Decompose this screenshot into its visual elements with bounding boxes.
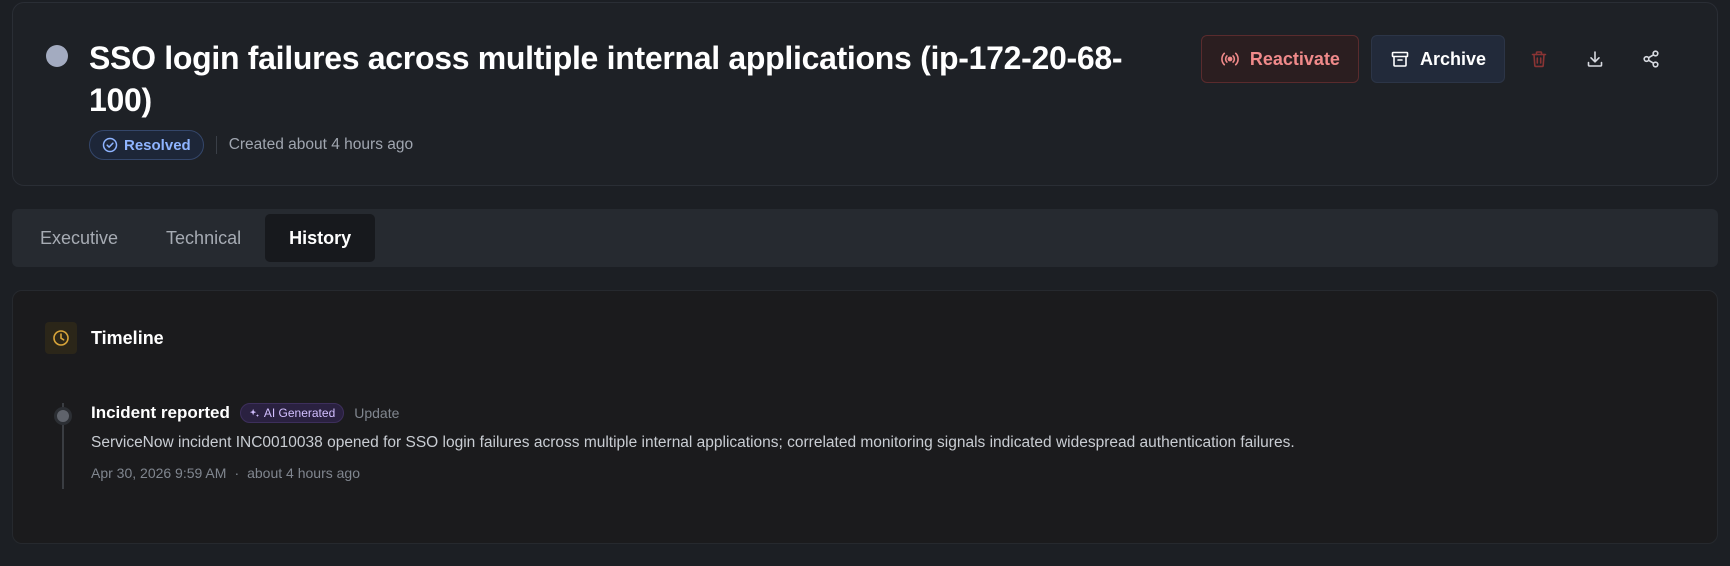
- clock-icon: [53, 330, 69, 346]
- timeline-panel: Timeline Incident reported AI Generated …: [12, 290, 1718, 544]
- incident-page: SSO login failures across multiple inter…: [0, 0, 1730, 566]
- share-button[interactable]: [1629, 35, 1673, 83]
- reactivate-label: Reactivate: [1249, 48, 1340, 69]
- entry-description: ServiceNow incident INC0010038 opened fo…: [91, 434, 1295, 451]
- entry-datetime: Apr 30, 2026 9:59 AM: [91, 465, 227, 481]
- tab-technical[interactable]: Technical: [142, 214, 265, 262]
- incident-title: SSO login failures across multiple inter…: [89, 40, 1123, 118]
- share-icon: [1643, 50, 1659, 68]
- status-badge-label: Resolved: [124, 136, 191, 154]
- sparkles-icon: [249, 408, 259, 417]
- check-circle-icon: [102, 137, 118, 153]
- created-time: Created about 4 hours ago: [228, 136, 414, 153]
- view-tabs: Executive Technical History: [12, 209, 1718, 267]
- status-badge: Resolved: [89, 130, 204, 160]
- archive-label: Archive: [1419, 48, 1486, 69]
- tab-executive[interactable]: Executive: [16, 214, 142, 262]
- broadcast-icon: [1221, 52, 1239, 66]
- header-actions: Reactivate Archive: [1200, 35, 1673, 83]
- reactivate-button[interactable]: Reactivate: [1200, 35, 1359, 83]
- entry-time-separator: ·: [234, 465, 240, 481]
- status-indicator-dot: [46, 45, 68, 67]
- download-icon: [1587, 51, 1603, 67]
- archive-button[interactable]: Archive: [1370, 35, 1505, 83]
- timeline-entry-header: Incident reported AI Generated Update: [91, 403, 399, 423]
- ai-badge-label: AI Generated: [263, 406, 336, 420]
- entry-relative-time: about 4 hours ago: [247, 465, 360, 481]
- entry-title: Incident reported: [91, 403, 230, 422]
- incident-meta: Resolved Created about 4 hours ago: [89, 130, 413, 160]
- timeline-marker: [54, 407, 72, 425]
- incident-header: SSO login failures across multiple inter…: [12, 2, 1718, 186]
- timeline-header: Timeline: [45, 322, 164, 354]
- timeline-icon-box: [45, 322, 77, 354]
- ai-generated-badge: AI Generated: [239, 403, 345, 423]
- meta-divider: [215, 136, 217, 154]
- download-button[interactable]: [1573, 35, 1617, 83]
- tab-history[interactable]: History: [265, 214, 376, 262]
- entry-type: Update: [354, 405, 400, 421]
- entry-timestamp: Apr 30, 2026 9:59 AM · about 4 hours ago: [91, 465, 360, 481]
- delete-button[interactable]: [1517, 35, 1561, 83]
- trash-icon: [1531, 51, 1547, 68]
- archive-icon: [1391, 51, 1409, 67]
- timeline-title: Timeline: [91, 327, 164, 348]
